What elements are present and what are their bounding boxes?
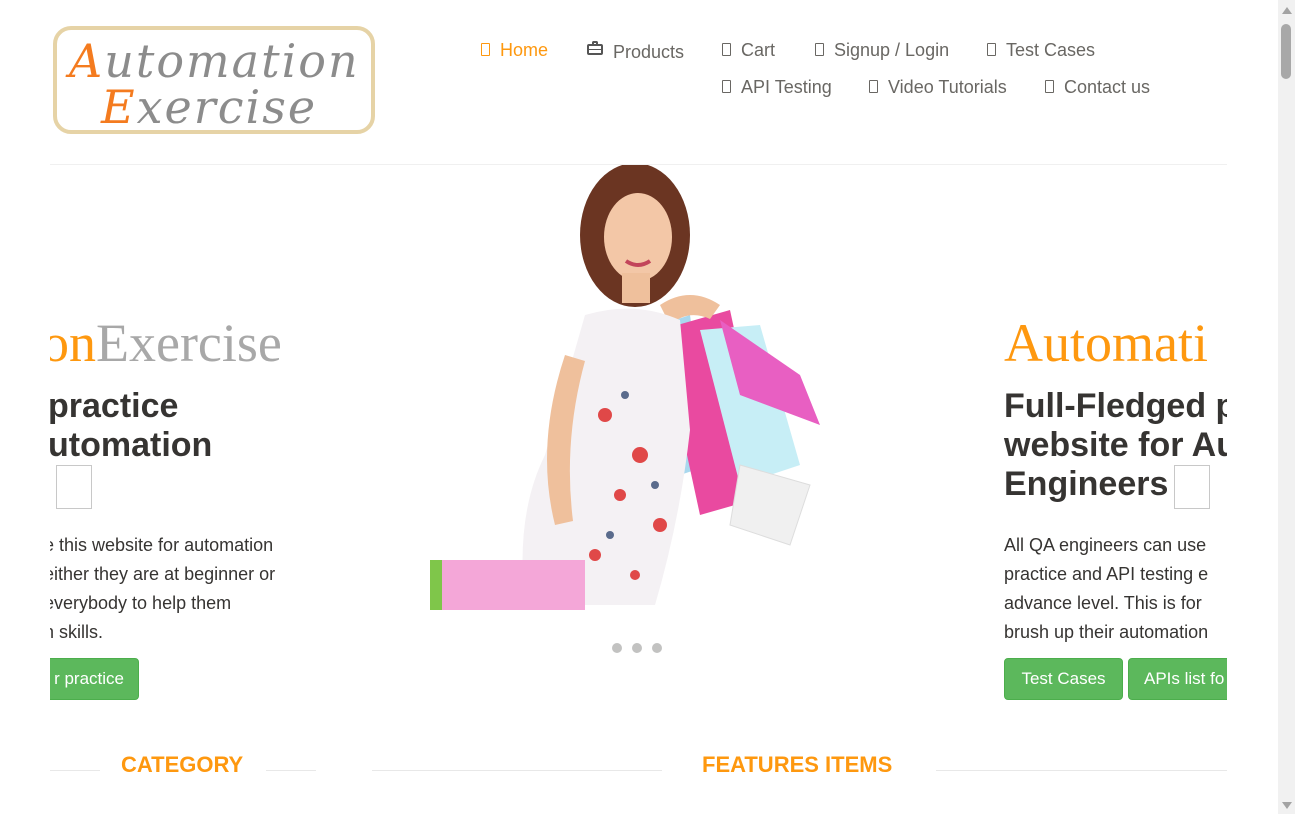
page: Automation Exercise Home Products Cart S… [0, 0, 1278, 814]
category-heading: CATEGORY [121, 752, 244, 777]
nav-api-testing-label: API Testing [741, 77, 832, 97]
slide-heading-left: practice utomation [50, 387, 212, 509]
nav-products-label: Products [613, 42, 685, 62]
nav-signup-login[interactable]: Signup / Login [815, 40, 949, 61]
hero-carousel: onExercise practice utomation e this web… [50, 165, 1227, 715]
nav-cart-label: Cart [741, 40, 776, 60]
apis-list-button[interactable]: APIs list fo [1128, 658, 1227, 700]
briefcase-icon [587, 41, 603, 63]
test-cases-button[interactable]: Test Cases [1004, 658, 1123, 700]
nav-test-cases-label: Test Cases [1006, 40, 1096, 60]
scroll-down-arrow-icon[interactable] [1282, 802, 1292, 809]
slide-text-right: All QA engineers can use practice and AP… [1004, 535, 1209, 642]
carousel-dot-3[interactable] [652, 643, 662, 653]
carousel-dot-2[interactable] [632, 643, 642, 653]
nav-products[interactable]: Products [587, 41, 685, 63]
nav-api-testing[interactable]: API Testing [722, 77, 832, 98]
logo-line-2: Exercise [101, 80, 318, 134]
site-logo[interactable]: Automation Exercise [53, 26, 375, 134]
nav-cart[interactable]: Cart [722, 40, 775, 61]
carousel-dot-1[interactable] [612, 643, 622, 653]
heading-caret-box [56, 465, 92, 509]
nav-home[interactable]: Home [481, 40, 548, 61]
hero-image-woman-shopping [430, 165, 820, 610]
nav-contact-us-label: Contact us [1064, 77, 1151, 97]
category-line-right [266, 770, 316, 771]
scroll-up-arrow-icon[interactable] [1282, 7, 1292, 14]
scroll-thumb[interactable] [1281, 24, 1291, 79]
logo-line-1: Automation [69, 34, 360, 88]
youtube-icon [869, 77, 878, 98]
list-icon [987, 40, 996, 61]
slide-text-left: e this website for automation either the… [50, 535, 276, 642]
home-icon [481, 40, 490, 61]
slide-brand-title-right: Automati [1004, 313, 1208, 373]
features-line-right [936, 770, 1227, 771]
nav-video-tutorials[interactable]: Video Tutorials [869, 77, 1007, 98]
slide-heading-right: Full-Fledged p website for Au Engineers [1004, 387, 1227, 509]
nav-signup-login-label: Signup / Login [834, 40, 950, 60]
carousel-indicators [612, 643, 662, 653]
nav-video-tutorials-label: Video Tutorials [888, 77, 1007, 97]
vertical-scrollbar[interactable] [1278, 0, 1295, 814]
nav-test-cases[interactable]: Test Cases [987, 40, 1095, 61]
envelope-icon [1045, 77, 1054, 98]
features-line-left [372, 770, 662, 771]
cart-icon [722, 40, 731, 61]
heading-caret-box [1174, 465, 1211, 509]
lock-icon [815, 40, 824, 61]
nav-home-label: Home [500, 40, 549, 60]
features-items-heading: FEATURES ITEMS [702, 752, 893, 777]
category-line-left [50, 770, 100, 771]
slide-brand-title-left: onExercise [50, 313, 282, 373]
list-icon [722, 77, 731, 98]
nav-contact-us[interactable]: Contact us [1045, 77, 1150, 98]
slide-button-left[interactable]: r practice [50, 658, 139, 700]
